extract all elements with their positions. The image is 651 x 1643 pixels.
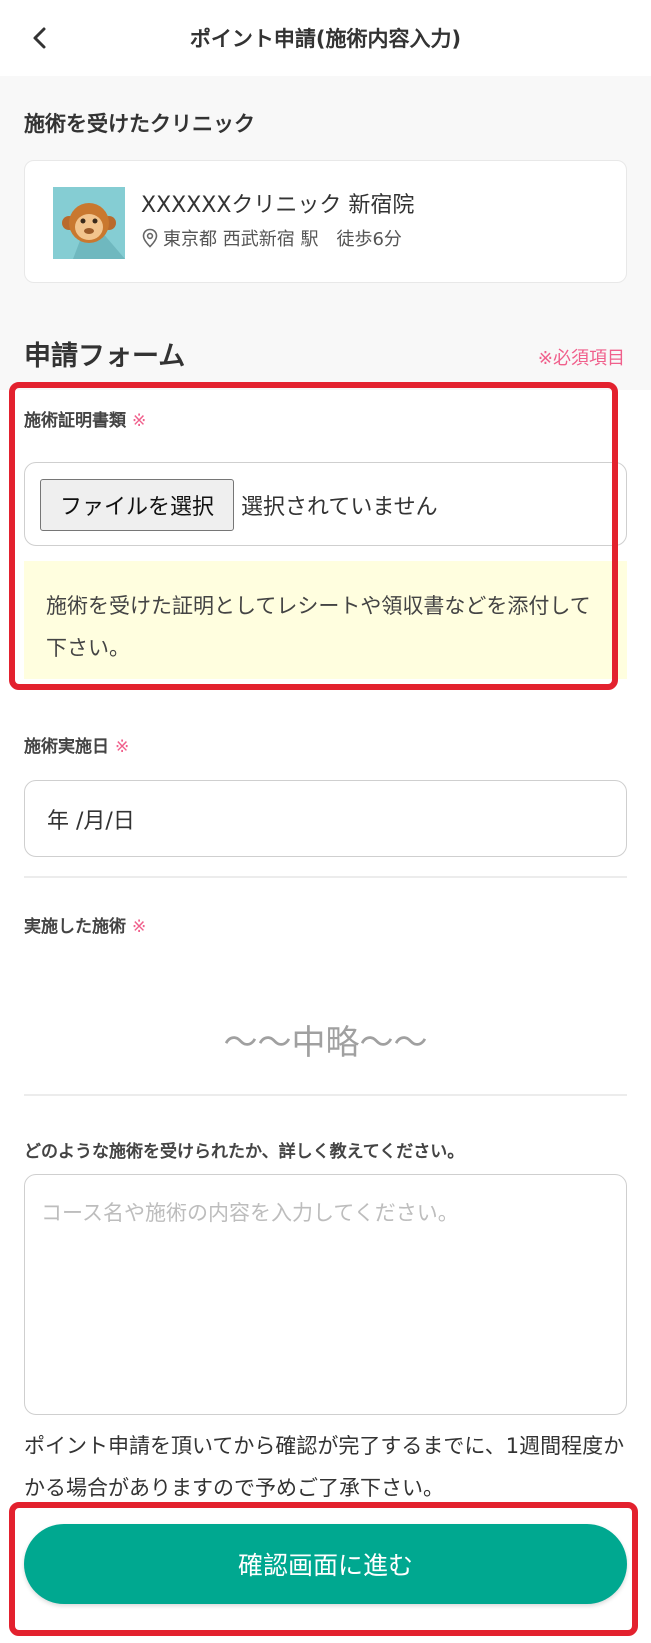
treatment-date-label-text: 施術実施日 [24,737,109,757]
page-title: ポイント申請(施術内容入力) [189,27,462,51]
required-mark: ※ [132,917,147,937]
clinic-location-text: 東京都 西武新宿 駅 徒歩6分 [163,229,402,250]
treatment-performed-label-text: 実施した施術 [24,917,126,937]
divider [24,1094,627,1096]
form-title: 申請フォーム [24,341,186,372]
highlight-frame-submit [9,1502,638,1636]
treatment-date-input[interactable]: 年 /月/日 [24,780,627,857]
highlight-frame-proof [9,382,618,690]
divider [24,876,627,878]
monkey-avatar-icon [53,187,125,259]
treatment-detail-label: どのような施術を受けられたか、詳しく教えてください。 [24,1142,465,1162]
clinic-section: 施術を受けたクリニック XXXXXXクリニック 新宿院 東京都 西武新宿 駅 徒… [0,76,651,390]
clinic-name: XXXXXXクリニック 新宿院 [141,193,415,218]
treatment-date-label: 施術実施日 ※ [24,732,129,757]
processing-notice: ポイント申請を頂いてから確認が完了するまでに、1週間程度かかる場合がありますので… [24,1434,625,1500]
required-note: ※必須項目 [537,348,625,369]
treatment-performed-label: 実施した施術 ※ [24,912,146,937]
clinic-location: 東京都 西武新宿 駅 徒歩6分 [141,225,402,251]
treatment-detail-textarea[interactable] [24,1174,627,1415]
omitted-section-text: 〜〜中略〜〜 [223,1023,428,1063]
clinic-thumbnail [53,187,125,259]
clinic-section-label: 施術を受けたクリニック [24,112,255,136]
clinic-card[interactable]: XXXXXXクリニック 新宿院 東京都 西武新宿 駅 徒歩6分 [24,160,627,283]
required-mark: ※ [115,737,130,757]
app-header: ポイント申請(施術内容入力) [0,0,651,76]
location-pin-icon [142,228,158,248]
